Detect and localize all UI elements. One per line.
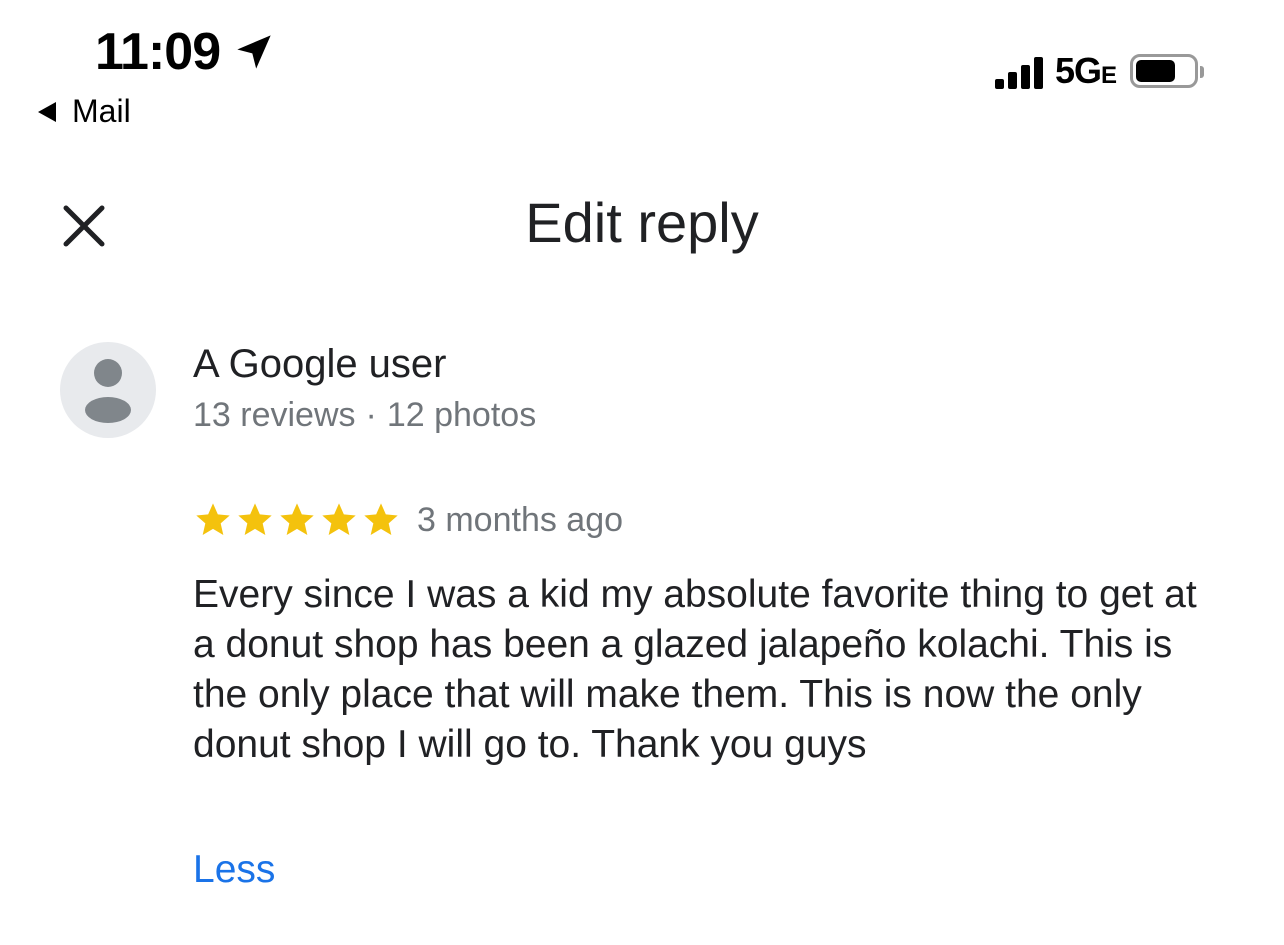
meta-separator: · (365, 396, 377, 434)
status-indicators: 5GE (994, 50, 1204, 92)
star-icon (196, 503, 230, 535)
page-title: Edit reply (525, 191, 759, 254)
back-to-mail-button[interactable]: Mail (38, 93, 131, 130)
reviews-count: 13 reviews (193, 396, 356, 434)
status-time: 11:09 (95, 22, 274, 82)
reviewer-meta: 13 reviews · 12 photos (193, 396, 536, 435)
rating-row: 3 months ago (193, 500, 623, 540)
network-type: 5GE (1054, 50, 1117, 92)
less-link[interactable]: Less (193, 848, 275, 892)
network-suffix: E (1100, 62, 1117, 89)
person-icon (85, 359, 131, 423)
edit-reply-screen: 11:09 Mail 5GE Edit reply A Google user … (0, 0, 1284, 945)
review-time: 3 months ago (417, 500, 624, 539)
avatar (60, 342, 156, 438)
reviewer-name: A Google user (193, 342, 447, 386)
time-label: 11:09 (95, 23, 221, 81)
back-triangle-icon (38, 101, 56, 122)
star-icon (364, 503, 398, 535)
back-label: Mail (72, 93, 131, 129)
battery-icon (1130, 54, 1204, 88)
star-icon (322, 503, 356, 535)
photos-count: 12 photos (386, 396, 537, 434)
network-label: 5G (1054, 50, 1102, 91)
battery-fill (1136, 60, 1176, 82)
battery-cap (1200, 66, 1204, 78)
review-text: Every since I was a kid my absolute favo… (193, 573, 1197, 766)
cellular-signal-icon (994, 53, 1047, 89)
star-rating (193, 500, 403, 540)
location-arrow-icon (237, 35, 271, 69)
star-icon (238, 503, 272, 535)
star-icon (280, 503, 314, 535)
